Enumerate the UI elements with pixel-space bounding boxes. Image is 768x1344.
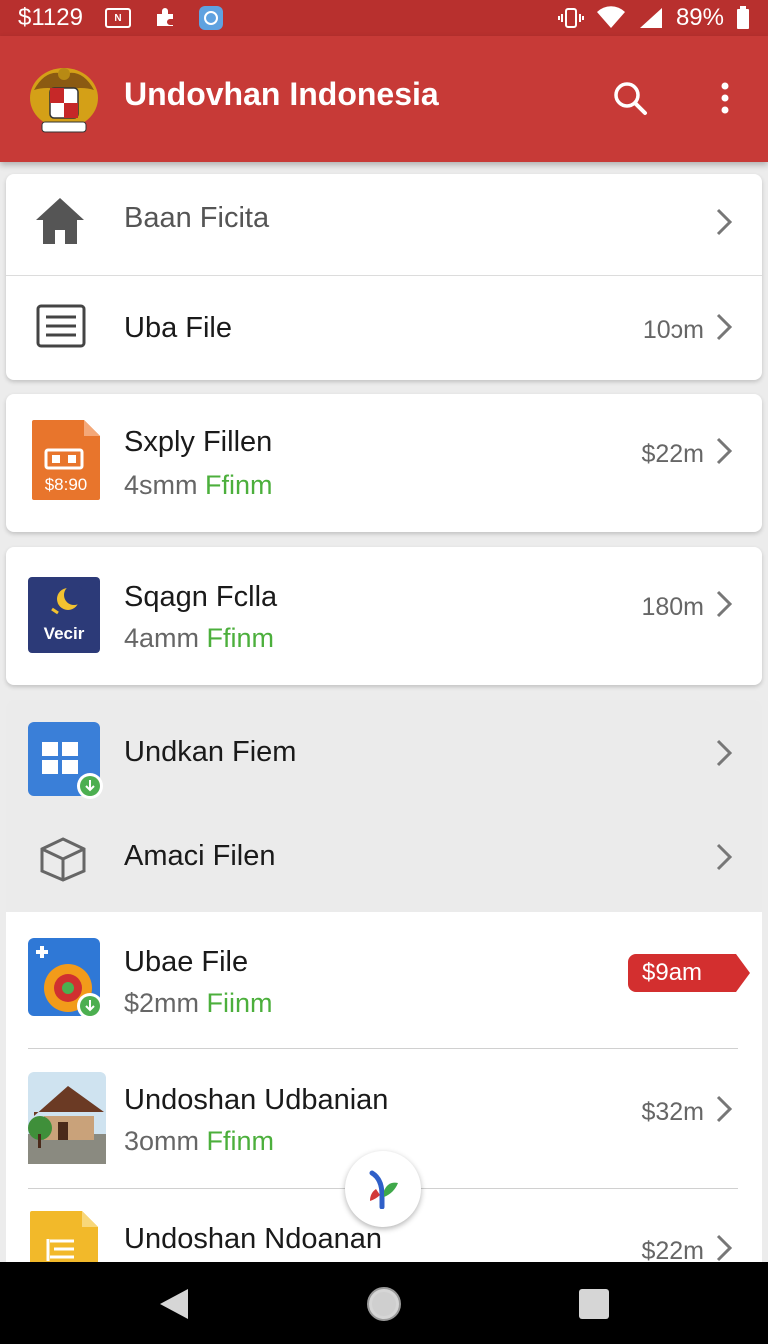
file-card[interactable]: Vecir Sqagn Fclla 4amm Ffinm 180m <box>6 547 762 685</box>
item-title: Undoshan Ndoanan <box>124 1223 382 1255</box>
vibrate-icon <box>557 8 584 28</box>
item-meta: $32m <box>641 1098 704 1126</box>
status-bar: $1129 N 89% <box>0 0 768 36</box>
item-meta: $22m <box>641 1237 704 1262</box>
file-card[interactable]: $8:90 Sxply Fillen 4smm Ffinm $22m <box>6 394 762 532</box>
item-subtitle: 3omm Ffinm <box>124 1126 275 1156</box>
overflow-menu-button[interactable] <box>697 70 753 126</box>
svg-text:$8:90: $8:90 <box>45 475 88 494</box>
recents-icon <box>579 1289 609 1319</box>
app-icon <box>198 6 223 30</box>
item-subtitle: 4amm Ffinm <box>124 623 275 653</box>
list-item[interactable]: Vecir Sqagn Fclla 4amm Ffinm 180m <box>6 547 762 685</box>
status-time: $1129 <box>18 4 83 31</box>
item-subtitle: 4smm Ffinm <box>124 470 273 500</box>
svg-text:Vecir: Vecir <box>44 624 85 643</box>
vecir-app-icon: Vecir <box>28 577 100 653</box>
yellow-doc-icon <box>30 1211 98 1262</box>
wifi-icon <box>596 6 625 28</box>
chevron-right-icon <box>716 590 733 618</box>
chevron-right-icon <box>716 1095 733 1123</box>
home-button[interactable] <box>364 1284 404 1324</box>
item-title: Sxply Fillen <box>124 426 273 458</box>
media-app-icon <box>28 938 103 1019</box>
chevron-right-icon <box>716 843 733 871</box>
section-grey: Undkan Fiem Amaci Filen <box>6 700 762 912</box>
app-logo-icon <box>369 1170 398 1209</box>
chevron-right-icon <box>716 313 733 341</box>
item-title: Sqagn Fclla <box>124 581 278 613</box>
overflow-menu-icon <box>721 82 729 114</box>
back-icon <box>160 1289 188 1319</box>
item-meta: 10ɔm <box>642 316 704 344</box>
item-title: Amaci Filen <box>124 840 276 872</box>
battery-icon <box>737 6 749 29</box>
list-item[interactable]: $8:90 Sxply Fillen 4smm Ffinm $22m <box>6 394 762 532</box>
item-title: Undoshan Udbanian <box>124 1084 389 1116</box>
battery-level: 89% <box>675 4 724 31</box>
price-badge: $9am <box>628 954 750 992</box>
list-item[interactable]: Uba File 10ɔm <box>6 276 762 380</box>
floating-action-button[interactable] <box>345 1151 421 1227</box>
back-button[interactable] <box>154 1284 194 1324</box>
item-title: Uba File <box>124 312 232 344</box>
recents-button[interactable] <box>574 1284 614 1324</box>
chevron-right-icon <box>716 739 733 767</box>
menu-card: Baan Ficita Uba File 10ɔm <box>6 174 762 380</box>
item-meta: $22m <box>641 440 704 468</box>
signal-icon <box>639 8 662 28</box>
chevron-right-icon <box>716 1234 733 1262</box>
item-title: Baan Ficita <box>124 202 270 234</box>
app-title: Undovhan Indonesia <box>124 76 439 112</box>
navigation-bar <box>0 1262 768 1344</box>
item-title: Ubae File <box>124 946 249 978</box>
emblem-logo <box>30 68 98 133</box>
chevron-right-icon <box>716 437 733 465</box>
news-icon: N <box>104 8 131 28</box>
home-circle-icon <box>367 1287 401 1321</box>
box-icon <box>40 837 86 882</box>
puzzle-icon <box>156 8 173 26</box>
search-button[interactable] <box>602 70 658 126</box>
item-title: Undkan Fiem <box>124 736 297 768</box>
chevron-right-icon <box>716 208 733 236</box>
list-item[interactable]: Baan Ficita <box>6 174 762 275</box>
house-photo-icon <box>28 1072 106 1164</box>
list-item[interactable]: Amaci Filen <box>6 806 762 912</box>
list-item[interactable]: Undkan Fiem <box>6 700 762 806</box>
app-bar: Undovhan Indonesia <box>0 36 768 162</box>
orange-doc-icon: $8:90 <box>32 420 100 500</box>
item-subtitle: $2mm Fiinm <box>124 988 273 1018</box>
search-icon <box>614 82 647 115</box>
blue-grid-icon <box>28 722 103 799</box>
list-icon <box>36 304 86 348</box>
home-icon <box>36 198 84 244</box>
item-meta: 180m <box>641 593 704 621</box>
